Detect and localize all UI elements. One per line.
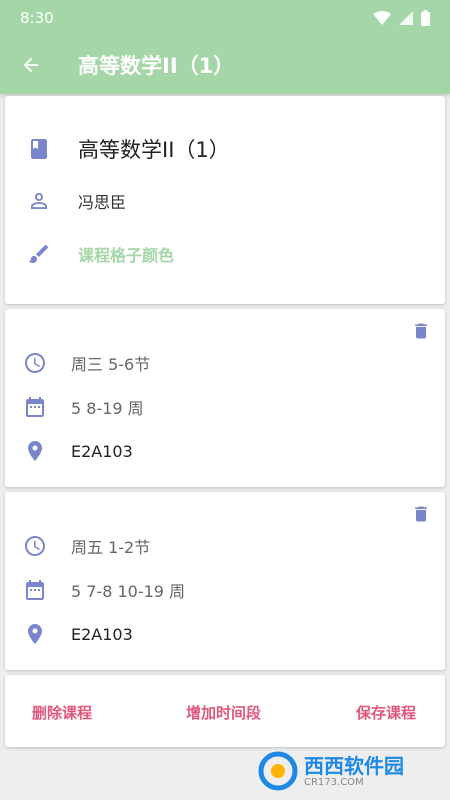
book-icon [31,139,47,159]
slot-day-row[interactable]: 周五 1-2节 [23,534,150,558]
color-picker-row[interactable]: 课程格子颜色 [27,242,174,266]
course-name-row[interactable]: 高等数学II（1） [27,134,230,164]
arrow-left-icon [23,57,39,73]
status-bar: 8:30 [0,0,450,36]
watermark-site: CR173.COM [304,776,364,788]
color-label: 课程格子颜色 [78,246,175,265]
status-time: 8:30 [20,9,54,27]
time-slot-card: 周五 1-2节 5 7-8 10-19 周 E2A103 [5,492,445,670]
delete-slot-button[interactable] [411,321,431,341]
delete-slot-button[interactable] [411,504,431,524]
slot-day-row[interactable]: 周三 5-6节 [23,351,150,375]
page-title: 高等数学II（1） [78,54,235,78]
app-bar: 高等数学II（1） [0,36,450,94]
slot-weeks: 5 7-8 10-19 周 [71,582,186,601]
slot-room: E2A103 [71,624,133,644]
slot-weeks-row[interactable]: 5 7-8 10-19 周 [23,578,185,602]
brush-icon [29,244,49,263]
course-name: 高等数学II（1） [78,138,230,162]
add-time-slot-button[interactable]: 增加时间段 [186,702,261,723]
course-info-card: 高等数学II（1） 冯思臣 课程格子颜色 [5,96,445,304]
clock-icon [25,353,45,373]
teacher-name: 冯思臣 [78,193,127,212]
clock-icon [25,536,45,556]
battery-icon [421,10,430,26]
teacher-row[interactable]: 冯思臣 [27,189,126,213]
back-button[interactable] [0,36,62,94]
slot-room: E2A103 [71,441,133,461]
time-slot-card: 周三 5-6节 5 8-19 周 E2A103 [5,309,445,487]
person-icon [31,193,47,209]
slot-weeks-row[interactable]: 5 8-19 周 [23,395,144,419]
delete-course-button[interactable]: 删除课程 [32,702,92,723]
watermark-logo-icon [258,751,298,791]
slot-room-row[interactable]: E2A103 [23,622,133,646]
calendar-icon [26,397,44,417]
slot-day: 周三 5-6节 [71,355,151,374]
watermark-brand: 西西软件园 [304,753,404,778]
watermark: 西西软件园 CR173.COM [258,748,438,794]
calendar-icon [26,580,44,600]
location-pin-icon [28,441,42,461]
slot-weeks: 5 8-19 周 [71,399,144,418]
signal-icon [399,11,413,25]
slot-room-row[interactable]: E2A103 [23,439,133,463]
save-course-button[interactable]: 保存课程 [356,702,416,723]
location-pin-icon [28,624,42,644]
slot-day: 周五 1-2节 [71,538,151,557]
wifi-icon [373,11,391,25]
